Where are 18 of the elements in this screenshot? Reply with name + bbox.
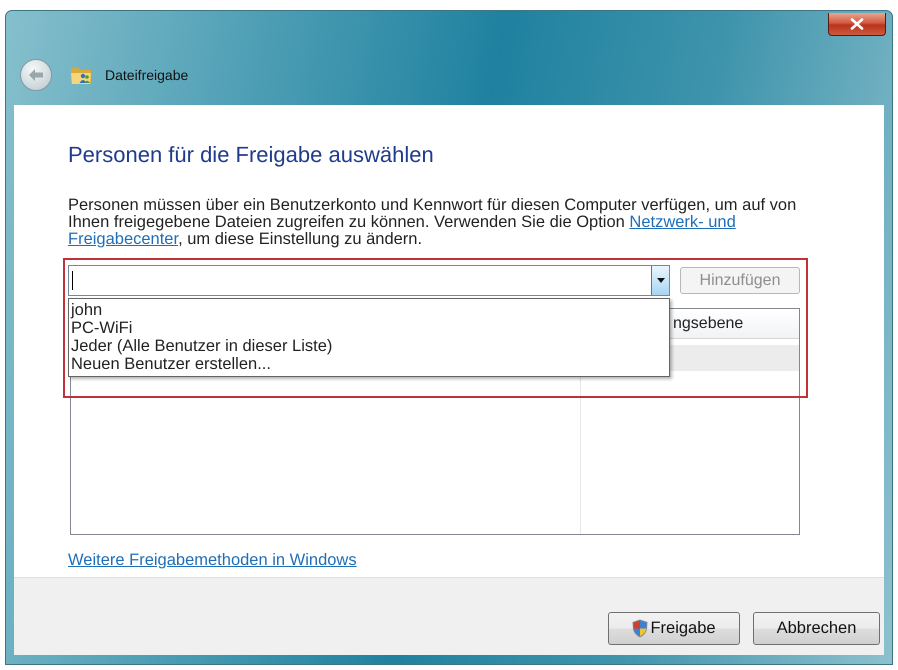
back-arrow-icon — [28, 68, 44, 82]
dropdown-option[interactable]: Jeder (Alle Benutzer in dieser Liste) — [69, 337, 669, 355]
cancel-button[interactable]: Abbrechen — [753, 612, 880, 645]
shield-icon — [632, 619, 648, 638]
close-icon — [850, 18, 864, 30]
user-combo-box[interactable] — [68, 265, 670, 296]
network-center-link[interactable]: Netzwerk- und — [629, 213, 736, 231]
more-sharing-link[interactable]: Weitere Freigabemethoden in Windows — [68, 548, 357, 573]
dropdown-option[interactable]: Neuen Benutzer erstellen... — [69, 355, 669, 373]
caret-icon — [656, 278, 664, 283]
network-center-link[interactable]: Freigabecenter — [68, 230, 178, 248]
close-button[interactable] — [828, 13, 886, 36]
text-cursor — [72, 271, 73, 290]
description-text: Personen müssen über ein Benutzerkonto und Kennwort für diesen Computer verfügen, um auf von Ihnen freigegebene Dateien zugreifen zu können. Verwenden Sie die Option Netzwerk- und Freigabecenter, um diese Einstellung zu ändern. — [68, 197, 798, 248]
dropdown-button[interactable] — [651, 266, 669, 295]
share-button[interactable]: Freigabe — [608, 612, 740, 645]
dialog-heading: Personen für die Freigabe auswählen — [68, 142, 434, 168]
window-title: Dateifreigabe — [105, 66, 188, 85]
